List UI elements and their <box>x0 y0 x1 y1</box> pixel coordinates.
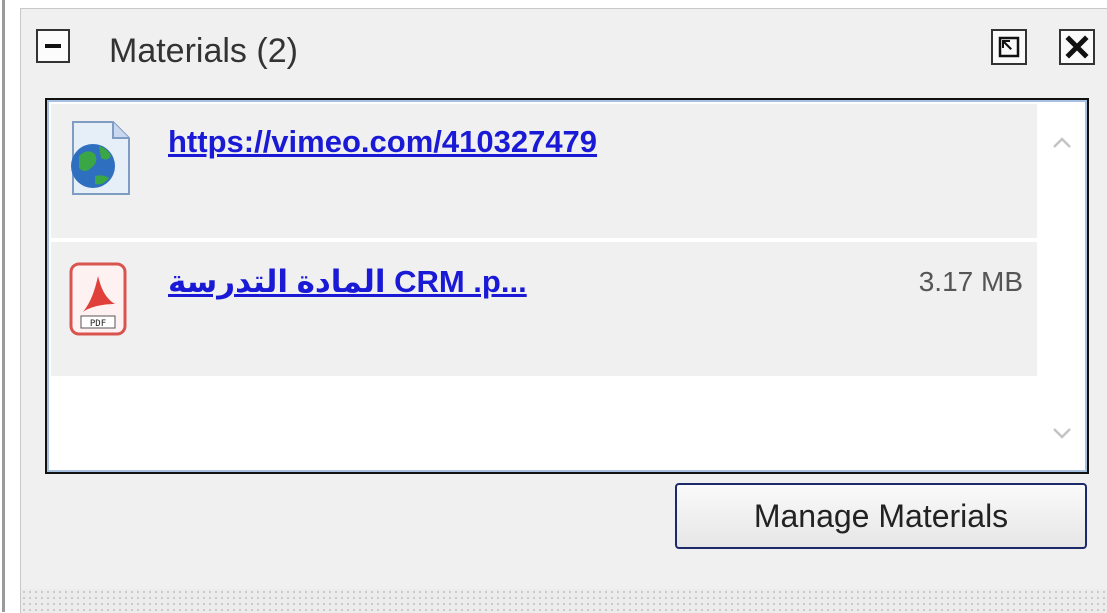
materials-list[interactable]: https://vimeo.com/410327479 PDF المادة ا… <box>45 98 1089 474</box>
close-button[interactable] <box>1059 29 1095 65</box>
svg-text:PDF: PDF <box>90 319 106 329</box>
material-link[interactable]: المادة التدرسة CRM .p... <box>168 264 527 300</box>
list-item[interactable]: https://vimeo.com/410327479 <box>51 104 1037 238</box>
panel-title: Materials (2) <box>109 32 298 70</box>
scroll-up-button[interactable] <box>1047 130 1077 156</box>
close-icon <box>1065 35 1089 59</box>
resize-handle[interactable] <box>21 589 1107 613</box>
popout-button[interactable] <box>991 29 1027 65</box>
panel-titlebar: Materials (2) <box>21 9 1107 89</box>
pdf-file-icon: PDF <box>65 260 135 340</box>
material-size: 3.17 MB <box>918 266 1023 297</box>
popout-icon <box>998 36 1020 58</box>
window-edge <box>0 0 8 612</box>
manage-materials-button[interactable]: Manage Materials <box>675 483 1087 549</box>
list-item[interactable]: PDF المادة التدرسة CRM .p... 3.17 MB <box>51 242 1037 376</box>
chevron-down-icon <box>1053 428 1071 439</box>
web-link-globe-icon <box>65 118 135 198</box>
scroll-down-button[interactable] <box>1047 420 1077 446</box>
materials-panel: Materials (2) https://vimeo.com/41032747… <box>20 8 1107 613</box>
material-link[interactable]: https://vimeo.com/410327479 <box>168 124 597 160</box>
chevron-up-icon <box>1053 137 1071 148</box>
collapse-button[interactable] <box>36 29 70 63</box>
